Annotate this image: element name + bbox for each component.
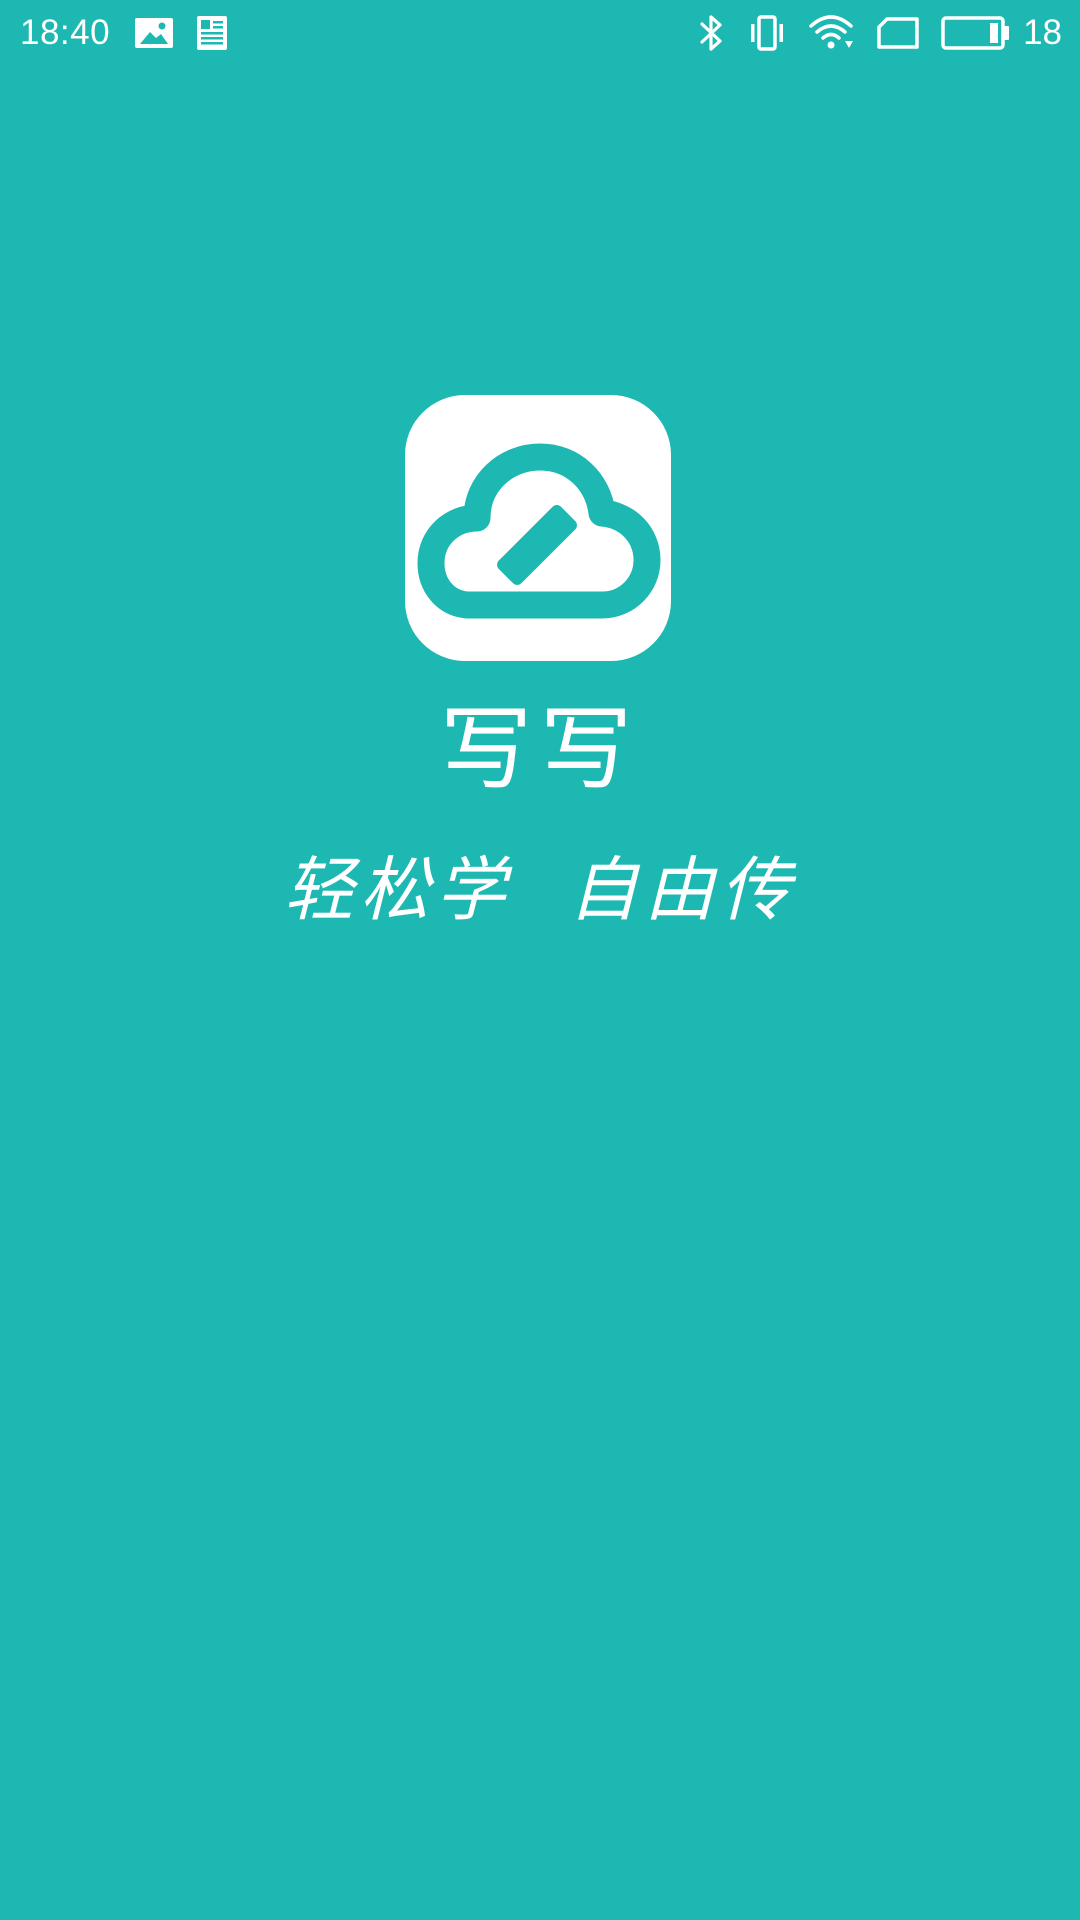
battery-level: 18 [1023,13,1062,52]
status-bar: 18:40 18 [0,0,1080,66]
battery-icon [941,15,1011,51]
app-slogan: 轻松学 自由传 [283,849,797,931]
wifi-icon [809,14,855,52]
bluetooth-icon [699,14,725,52]
status-left: 18:40 [20,0,228,66]
news-notification-icon [196,15,228,51]
sim-icon [877,17,919,49]
vibrate-icon [747,14,787,52]
status-right: 18 [699,0,1062,66]
app-name: 写写 [439,696,640,803]
status-time: 18:40 [20,13,111,52]
image-notification-icon [134,17,174,49]
app-logo [405,395,671,661]
cloud-pencil-icon [417,443,661,619]
